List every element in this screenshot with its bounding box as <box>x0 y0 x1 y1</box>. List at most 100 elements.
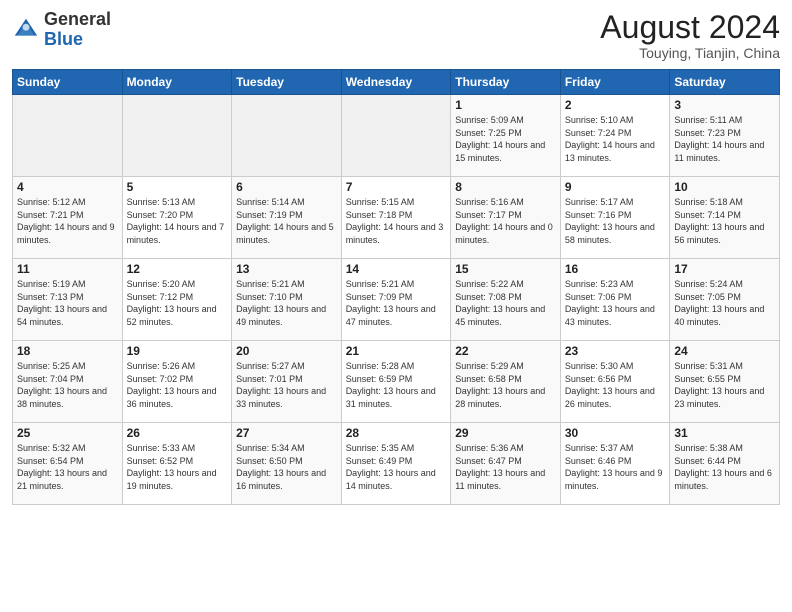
calendar-cell: 27 Sunrise: 5:34 AMSunset: 6:50 PMDayligh… <box>232 423 342 505</box>
calendar-cell <box>232 95 342 177</box>
day-number: 23 <box>565 344 666 358</box>
calendar-cell: 10Sunrise: 5:18 AMSunset: 7:14 PMDayligh… <box>670 177 780 259</box>
calendar-body: 1 Sunrise: 5:09 AMSunset: 7:25 PMDaylight… <box>13 95 780 505</box>
calendar-cell <box>341 95 451 177</box>
calendar-cell: 17 Sunrise: 5:24 AMSunset: 7:05 PMDayligh… <box>670 259 780 341</box>
calendar-cell: 11 Sunrise: 5:19 AMSunset: 7:13 PMDayligh… <box>13 259 123 341</box>
day-number: 20 <box>236 344 337 358</box>
col-friday: Friday <box>560 70 670 95</box>
day-number: 11 <box>17 262 118 276</box>
col-sunday: Sunday <box>13 70 123 95</box>
logo-general-text: General <box>44 9 111 29</box>
day-number: 22 <box>455 344 556 358</box>
day-info: Sunrise: 5:13 AMSunset: 7:20 PMDaylight:… <box>127 196 228 246</box>
day-info: Sunrise: 5:20 AMSunset: 7:12 PMDaylight:… <box>127 278 228 328</box>
calendar-cell <box>13 95 123 177</box>
calendar-cell: 30 Sunrise: 5:37 AMSunset: 6:46 PMDayligh… <box>560 423 670 505</box>
calendar-week-2: 4Sunrise: 5:12 AMSunset: 7:21 PMDaylight… <box>13 177 780 259</box>
day-number: 18 <box>17 344 118 358</box>
calendar-cell: 29 Sunrise: 5:36 AMSunset: 6:47 PMDayligh… <box>451 423 561 505</box>
day-info: Sunrise: 5:24 AMSunset: 7:05 PMDaylight:… <box>674 278 775 328</box>
day-info: Sunrise: 5:31 AMSunset: 6:55 PMDaylight:… <box>674 360 775 410</box>
col-tuesday: Tuesday <box>232 70 342 95</box>
calendar-cell: 13 Sunrise: 5:21 AMSunset: 7:10 PMDayligh… <box>232 259 342 341</box>
day-info: Sunrise: 5:09 AMSunset: 7:25 PMDaylight:… <box>455 114 556 164</box>
day-number: 17 <box>674 262 775 276</box>
calendar-header: Sunday Monday Tuesday Wednesday Thursday… <box>13 70 780 95</box>
day-info: Sunrise: 5:30 AMSunset: 6:56 PMDaylight:… <box>565 360 666 410</box>
day-number: 27 <box>236 426 337 440</box>
day-info: Sunrise: 5:34 AMSunset: 6:50 PMDaylight:… <box>236 442 337 492</box>
day-info: Sunrise: 5:21 AMSunset: 7:10 PMDaylight:… <box>236 278 337 328</box>
calendar-cell: 18Sunrise: 5:25 AMSunset: 7:04 PMDayligh… <box>13 341 123 423</box>
calendar-week-1: 1 Sunrise: 5:09 AMSunset: 7:25 PMDaylight… <box>13 95 780 177</box>
calendar-table: Sunday Monday Tuesday Wednesday Thursday… <box>12 69 780 505</box>
day-number: 15 <box>455 262 556 276</box>
col-monday: Monday <box>122 70 232 95</box>
day-number: 10 <box>674 180 775 194</box>
logo-blue-text: Blue <box>44 29 83 49</box>
logo: General Blue <box>12 10 111 50</box>
day-number: 4 <box>17 180 118 194</box>
day-number: 12 <box>127 262 228 276</box>
calendar-cell: 12 Sunrise: 5:20 AMSunset: 7:12 PMDayligh… <box>122 259 232 341</box>
logo-icon <box>12 16 40 44</box>
day-info: Sunrise: 5:37 AMSunset: 6:46 PMDaylight:… <box>565 442 666 492</box>
calendar-cell: 3 Sunrise: 5:11 AMSunset: 7:23 PMDaylight… <box>670 95 780 177</box>
day-info: Sunrise: 5:21 AMSunset: 7:09 PMDaylight:… <box>346 278 447 328</box>
page-container: General Blue August 2024 Touying, Tianji… <box>0 0 792 513</box>
day-number: 8 <box>455 180 556 194</box>
calendar-cell: 26Sunrise: 5:33 AMSunset: 6:52 PMDayligh… <box>122 423 232 505</box>
day-info: Sunrise: 5:11 AMSunset: 7:23 PMDaylight:… <box>674 114 775 164</box>
day-number: 7 <box>346 180 447 194</box>
day-info: Sunrise: 5:32 AMSunset: 6:54 PMDaylight:… <box>17 442 118 492</box>
day-number: 2 <box>565 98 666 112</box>
day-info: Sunrise: 5:16 AMSunset: 7:17 PMDaylight:… <box>455 196 556 246</box>
day-number: 28 <box>346 426 447 440</box>
day-number: 19 <box>127 344 228 358</box>
day-info: Sunrise: 5:15 AMSunset: 7:18 PMDaylight:… <box>346 196 447 246</box>
day-info: Sunrise: 5:27 AMSunset: 7:01 PMDaylight:… <box>236 360 337 410</box>
col-thursday: Thursday <box>451 70 561 95</box>
day-number: 24 <box>674 344 775 358</box>
day-number: 5 <box>127 180 228 194</box>
calendar-week-5: 25Sunrise: 5:32 AMSunset: 6:54 PMDayligh… <box>13 423 780 505</box>
day-info: Sunrise: 5:26 AMSunset: 7:02 PMDaylight:… <box>127 360 228 410</box>
day-info: Sunrise: 5:22 AMSunset: 7:08 PMDaylight:… <box>455 278 556 328</box>
title-block: August 2024 Touying, Tianjin, China <box>600 10 780 61</box>
day-info: Sunrise: 5:14 AMSunset: 7:19 PMDaylight:… <box>236 196 337 246</box>
calendar-cell: 24 Sunrise: 5:31 AMSunset: 6:55 PMDayligh… <box>670 341 780 423</box>
calendar-cell: 7 Sunrise: 5:15 AMSunset: 7:18 PMDaylight… <box>341 177 451 259</box>
day-number: 1 <box>455 98 556 112</box>
day-info: Sunrise: 5:36 AMSunset: 6:47 PMDaylight:… <box>455 442 556 492</box>
day-number: 13 <box>236 262 337 276</box>
calendar-cell: 20 Sunrise: 5:27 AMSunset: 7:01 PMDayligh… <box>232 341 342 423</box>
day-info: Sunrise: 5:33 AMSunset: 6:52 PMDaylight:… <box>127 442 228 492</box>
day-info: Sunrise: 5:19 AMSunset: 7:13 PMDaylight:… <box>17 278 118 328</box>
day-info: Sunrise: 5:38 AMSunset: 6:44 PMDaylight:… <box>674 442 775 492</box>
calendar-cell: 25Sunrise: 5:32 AMSunset: 6:54 PMDayligh… <box>13 423 123 505</box>
calendar-cell: 1 Sunrise: 5:09 AMSunset: 7:25 PMDaylight… <box>451 95 561 177</box>
col-wednesday: Wednesday <box>341 70 451 95</box>
calendar-cell: 8 Sunrise: 5:16 AMSunset: 7:17 PMDaylight… <box>451 177 561 259</box>
day-number: 9 <box>565 180 666 194</box>
calendar-cell: 4Sunrise: 5:12 AMSunset: 7:21 PMDaylight… <box>13 177 123 259</box>
calendar-cell: 31 Sunrise: 5:38 AMSunset: 6:44 PMDayligh… <box>670 423 780 505</box>
day-number: 29 <box>455 426 556 440</box>
calendar-cell: 28 Sunrise: 5:35 AMSunset: 6:49 PMDayligh… <box>341 423 451 505</box>
calendar-cell: 22Sunrise: 5:29 AMSunset: 6:58 PMDayligh… <box>451 341 561 423</box>
day-number: 3 <box>674 98 775 112</box>
calendar-cell: 9Sunrise: 5:17 AMSunset: 7:16 PMDaylight… <box>560 177 670 259</box>
day-number: 16 <box>565 262 666 276</box>
calendar-week-3: 11 Sunrise: 5:19 AMSunset: 7:13 PMDayligh… <box>13 259 780 341</box>
day-number: 31 <box>674 426 775 440</box>
location: Touying, Tianjin, China <box>600 45 780 61</box>
day-info: Sunrise: 5:35 AMSunset: 6:49 PMDaylight:… <box>346 442 447 492</box>
header: General Blue August 2024 Touying, Tianji… <box>12 10 780 61</box>
day-number: 14 <box>346 262 447 276</box>
day-number: 30 <box>565 426 666 440</box>
calendar-cell <box>122 95 232 177</box>
day-info: Sunrise: 5:23 AMSunset: 7:06 PMDaylight:… <box>565 278 666 328</box>
header-row: Sunday Monday Tuesday Wednesday Thursday… <box>13 70 780 95</box>
calendar-cell: 21Sunrise: 5:28 AMSunset: 6:59 PMDayligh… <box>341 341 451 423</box>
